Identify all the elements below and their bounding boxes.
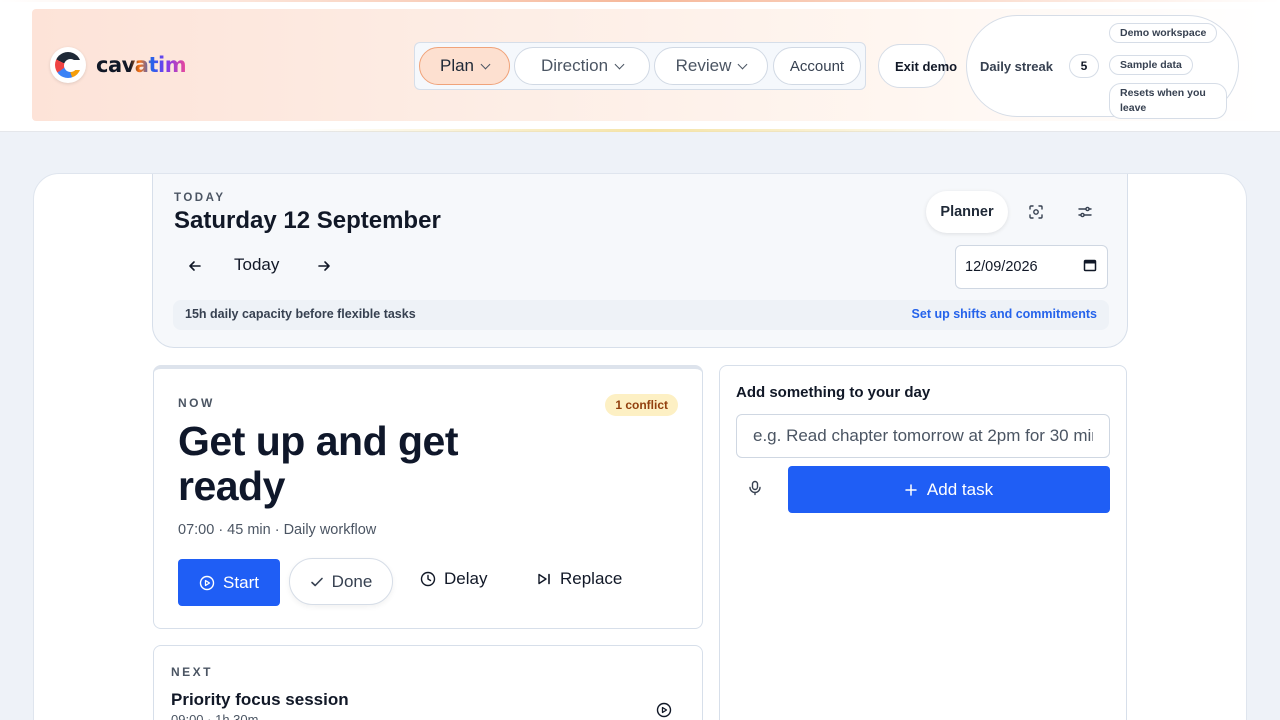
nav-direction[interactable]: Direction: [514, 47, 650, 85]
today-button[interactable]: Today: [234, 255, 279, 275]
replace-label: Replace: [560, 569, 623, 588]
add-task-label: Add something to your day: [736, 384, 931, 401]
now-task-title: Get up and get ready: [178, 418, 459, 509]
arrow-left-icon[interactable]: [187, 258, 203, 279]
microphone-icon[interactable]: [748, 480, 762, 501]
play-circle-icon: [199, 575, 215, 590]
streak-count-badge: 5: [1069, 54, 1099, 78]
arrow-right-icon[interactable]: [316, 258, 332, 279]
date-input-value: 12/09/2026: [965, 259, 1038, 275]
done-button[interactable]: Done: [289, 558, 393, 605]
capacity-text: 15h daily capacity before flexible tasks: [185, 307, 416, 321]
page-title: Saturday 12 September: [174, 207, 441, 234]
chevron-down-icon: [737, 59, 748, 69]
chevron-down-icon: [614, 59, 625, 69]
nav-plan-label: Plan: [439, 56, 475, 75]
today-label: TODAY: [174, 192, 226, 204]
nav-review[interactable]: Review: [654, 47, 768, 85]
capacity-bar: 15h daily capacity before flexible tasks…: [173, 300, 1109, 330]
daily-streak-panel: Daily streak 5 Demo workspace Sample dat…: [966, 15, 1239, 119]
next-task-meta: 09:00 · 1h 30m: [171, 712, 259, 720]
play-circle-icon[interactable]: [656, 702, 672, 720]
add-task-button-label: Add task: [926, 479, 994, 499]
nav-plan[interactable]: Plan: [419, 47, 510, 85]
start-button[interactable]: Start: [178, 559, 280, 606]
delay-label: Delay: [444, 569, 488, 588]
now-card: NOW 1 conflict Get up and get ready 07:0…: [153, 365, 703, 629]
add-task-input[interactable]: [736, 414, 1110, 458]
skip-forward-icon: [538, 573, 550, 585]
nav-account-label: Account: [789, 57, 845, 75]
header-underglow: [300, 129, 1000, 132]
sample-data-pill: Sample data: [1109, 55, 1193, 75]
logo-icon: [50, 47, 86, 83]
conflict-badge[interactable]: 1 conflict: [605, 394, 678, 416]
resets-pill: Resets when you leave: [1109, 83, 1227, 119]
today-card: TODAY Saturday 12 September Today Planne…: [152, 174, 1128, 348]
main-nav: Plan Direction Review Account: [414, 42, 866, 90]
top-accent-line: [0, 0, 1280, 2]
plus-icon: [905, 483, 917, 496]
clock-icon: [420, 571, 436, 587]
exit-demo-button[interactable]: Exit demo: [878, 44, 957, 88]
check-icon: [310, 577, 323, 586]
next-label: NEXT: [171, 665, 214, 679]
focus-icon[interactable]: [1025, 201, 1047, 223]
chevron-down-icon: [480, 59, 491, 69]
brand-name: cavatim: [96, 53, 187, 77]
add-task-button[interactable]: Add task: [788, 466, 1110, 513]
nav-direction-label: Direction: [540, 56, 609, 75]
now-label: NOW: [178, 396, 215, 410]
brand-logo[interactable]: cavatim: [50, 47, 187, 83]
next-task-title: Priority focus session: [171, 690, 349, 709]
date-input[interactable]: 12/09/2026: [955, 245, 1108, 289]
replace-button[interactable]: Replace: [536, 569, 622, 589]
next-card: NEXT Priority focus session 09:00 · 1h 3…: [153, 645, 703, 720]
add-task-card: Add something to your day Add task: [719, 365, 1127, 720]
streak-label: Daily streak: [980, 59, 1053, 74]
now-task-meta: 07:00 · 45 min · Daily workflow: [178, 522, 377, 538]
demo-workspace-pill: Demo workspace: [1109, 23, 1218, 43]
top-bar: cavatim Plan Direction Review Account Ex…: [0, 0, 1280, 132]
planner-button[interactable]: Planner: [926, 191, 1008, 233]
calendar-icon[interactable]: [1083, 258, 1097, 276]
nav-account[interactable]: Account: [773, 47, 861, 85]
nav-review-label: Review: [675, 56, 732, 75]
start-label: Start: [223, 572, 259, 592]
sliders-icon[interactable]: [1074, 201, 1096, 223]
done-label: Done: [331, 571, 373, 591]
delay-button[interactable]: Delay: [420, 569, 487, 589]
setup-shifts-link[interactable]: Set up shifts and commitments: [912, 307, 1097, 321]
